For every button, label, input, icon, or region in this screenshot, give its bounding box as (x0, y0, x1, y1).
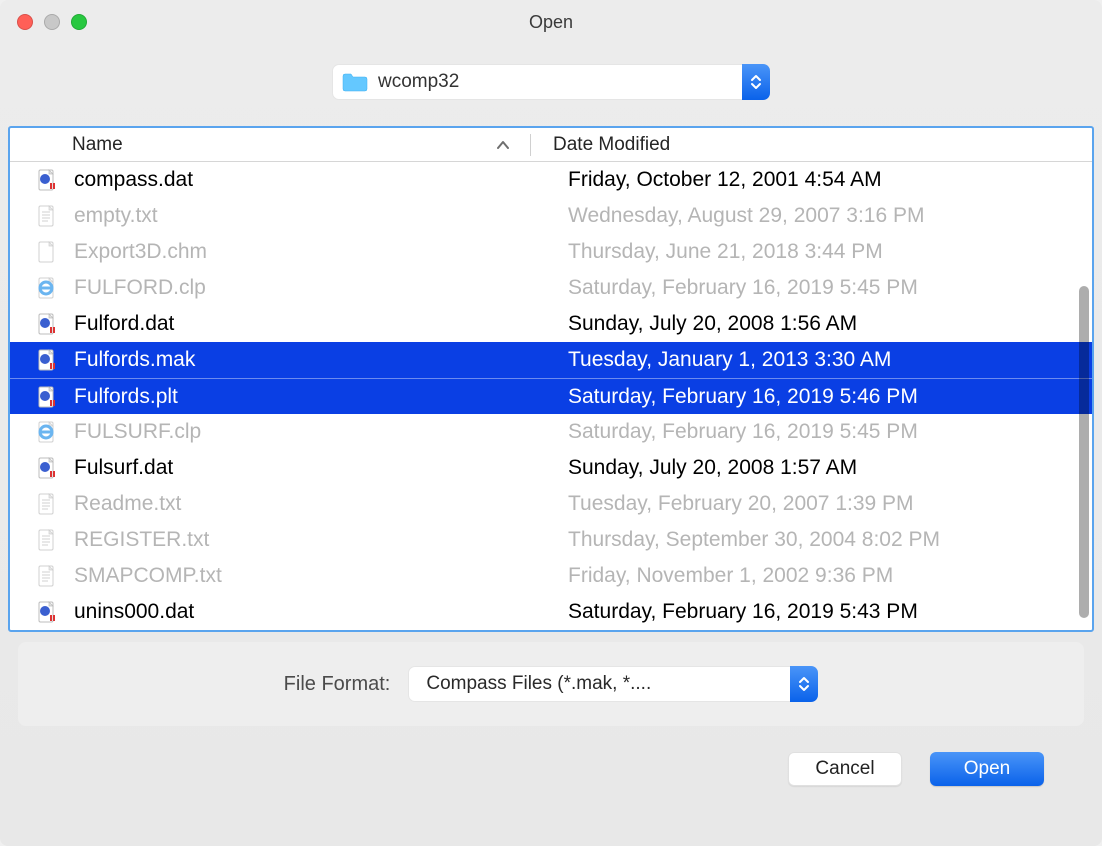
file-row[interactable]: Fulford.datSunday, July 20, 2008 1:56 AM (10, 306, 1092, 342)
filter-panel: File Format: Compass Files (*.mak, *.... (18, 642, 1084, 726)
dialog-actions: Cancel Open (0, 726, 1102, 812)
scrollbar-thumb[interactable] (1079, 286, 1089, 618)
file-icon (36, 565, 58, 587)
file-name: Fulfords.mak (74, 348, 530, 372)
location-text: wcomp32 (378, 71, 770, 93)
file-row[interactable]: Fulfords.makTuesday, January 1, 2013 3:3… (10, 342, 1092, 378)
file-icon (36, 313, 58, 335)
file-date: Saturday, February 16, 2019 5:45 PM (530, 276, 918, 300)
titlebar: Open (0, 0, 1102, 44)
file-row: empty.txtWednesday, August 29, 2007 3:16… (10, 198, 1092, 234)
file-name: FULSURF.clp (74, 420, 530, 444)
file-date: Wednesday, August 29, 2007 3:16 PM (530, 204, 924, 228)
file-name: empty.txt (74, 204, 530, 228)
column-name-label: Name (72, 134, 123, 156)
file-name: Readme.txt (74, 492, 530, 516)
file-icon (36, 601, 58, 623)
file-name: Fulford.dat (74, 312, 530, 336)
file-row: FULSURF.clpSaturday, February 16, 2019 5… (10, 414, 1092, 450)
close-icon[interactable] (17, 14, 33, 30)
file-icon (36, 386, 58, 408)
column-date-label: Date Modified (553, 134, 670, 155)
file-icon (36, 529, 58, 551)
file-icon (36, 421, 58, 443)
file-name: Fulsurf.dat (74, 456, 530, 480)
file-name: compass.dat (74, 168, 530, 192)
file-name: unins000.dat (74, 600, 530, 624)
file-icon (36, 241, 58, 263)
location-dropdown[interactable]: wcomp32 (332, 64, 770, 100)
open-button[interactable]: Open (930, 752, 1044, 786)
file-date: Sunday, July 20, 2008 1:57 AM (530, 456, 857, 480)
file-icon (36, 457, 58, 479)
file-name: Fulfords.plt (74, 385, 530, 409)
file-format-dropdown[interactable]: Compass Files (*.mak, *.... (408, 666, 818, 702)
file-row[interactable]: Fulfords.pltSaturday, February 16, 2019 … (10, 378, 1092, 414)
window-controls (0, 14, 87, 30)
cancel-button-label: Cancel (815, 758, 874, 780)
dropdown-stepper-icon[interactable] (742, 64, 770, 100)
file-icon (36, 349, 58, 371)
file-row: Export3D.chmThursday, June 21, 2018 3:44… (10, 234, 1092, 270)
file-name: FULFORD.clp (74, 276, 530, 300)
open-button-label: Open (964, 758, 1010, 780)
file-list-pane: Name Date Modified compass.datFriday, Oc… (8, 126, 1094, 632)
file-format-value: Compass Files (*.mak, *.... (426, 673, 651, 695)
file-date: Saturday, February 16, 2019 5:45 PM (530, 420, 918, 444)
file-row[interactable]: unins000.datSaturday, February 16, 2019 … (10, 594, 1092, 630)
file-date: Saturday, February 16, 2019 5:46 PM (530, 385, 918, 409)
file-date: Thursday, September 30, 2004 8:02 PM (530, 528, 940, 552)
maximize-icon[interactable] (71, 14, 87, 30)
file-name: Export3D.chm (74, 240, 530, 264)
open-dialog: Open wcomp32 Name Date Modified (0, 0, 1102, 846)
file-row: FULFORD.clpSaturday, February 16, 2019 5… (10, 270, 1092, 306)
file-date: Saturday, February 16, 2019 5:43 PM (530, 600, 918, 624)
file-row[interactable]: Fulsurf.datSunday, July 20, 2008 1:57 AM (10, 450, 1092, 486)
file-date: Sunday, July 20, 2008 1:56 AM (530, 312, 857, 336)
column-headers: Name Date Modified (10, 128, 1092, 162)
dropdown-stepper-icon[interactable] (790, 666, 818, 702)
file-icon (36, 205, 58, 227)
file-date: Thursday, June 21, 2018 3:44 PM (530, 240, 883, 264)
file-icon (36, 277, 58, 299)
file-name: REGISTER.txt (74, 528, 530, 552)
folder-icon (342, 72, 368, 92)
file-date: Tuesday, January 1, 2013 3:30 AM (530, 348, 891, 372)
location-row: wcomp32 (0, 44, 1102, 126)
file-name: SMAPCOMP.txt (74, 564, 530, 588)
file-icon (36, 169, 58, 191)
column-date[interactable]: Date Modified (531, 134, 670, 156)
file-date: Friday, October 12, 2001 4:54 AM (530, 168, 882, 192)
cancel-button[interactable]: Cancel (788, 752, 902, 786)
file-row: Readme.txtTuesday, February 20, 2007 1:3… (10, 486, 1092, 522)
file-row: SMAPCOMP.txtFriday, November 1, 2002 9:3… (10, 558, 1092, 594)
file-date: Friday, November 1, 2002 9:36 PM (530, 564, 893, 588)
column-name[interactable]: Name (10, 134, 530, 156)
minimize-icon[interactable] (44, 14, 60, 30)
file-date: Tuesday, February 20, 2007 1:39 PM (530, 492, 914, 516)
sort-ascending-icon (496, 140, 510, 150)
file-row: REGISTER.txtThursday, September 30, 2004… (10, 522, 1092, 558)
file-format-label: File Format: (284, 673, 391, 696)
file-row[interactable]: compass.datFriday, October 12, 2001 4:54… (10, 162, 1092, 198)
file-rows[interactable]: compass.datFriday, October 12, 2001 4:54… (10, 162, 1092, 630)
file-icon (36, 493, 58, 515)
window-title: Open (0, 12, 1102, 33)
